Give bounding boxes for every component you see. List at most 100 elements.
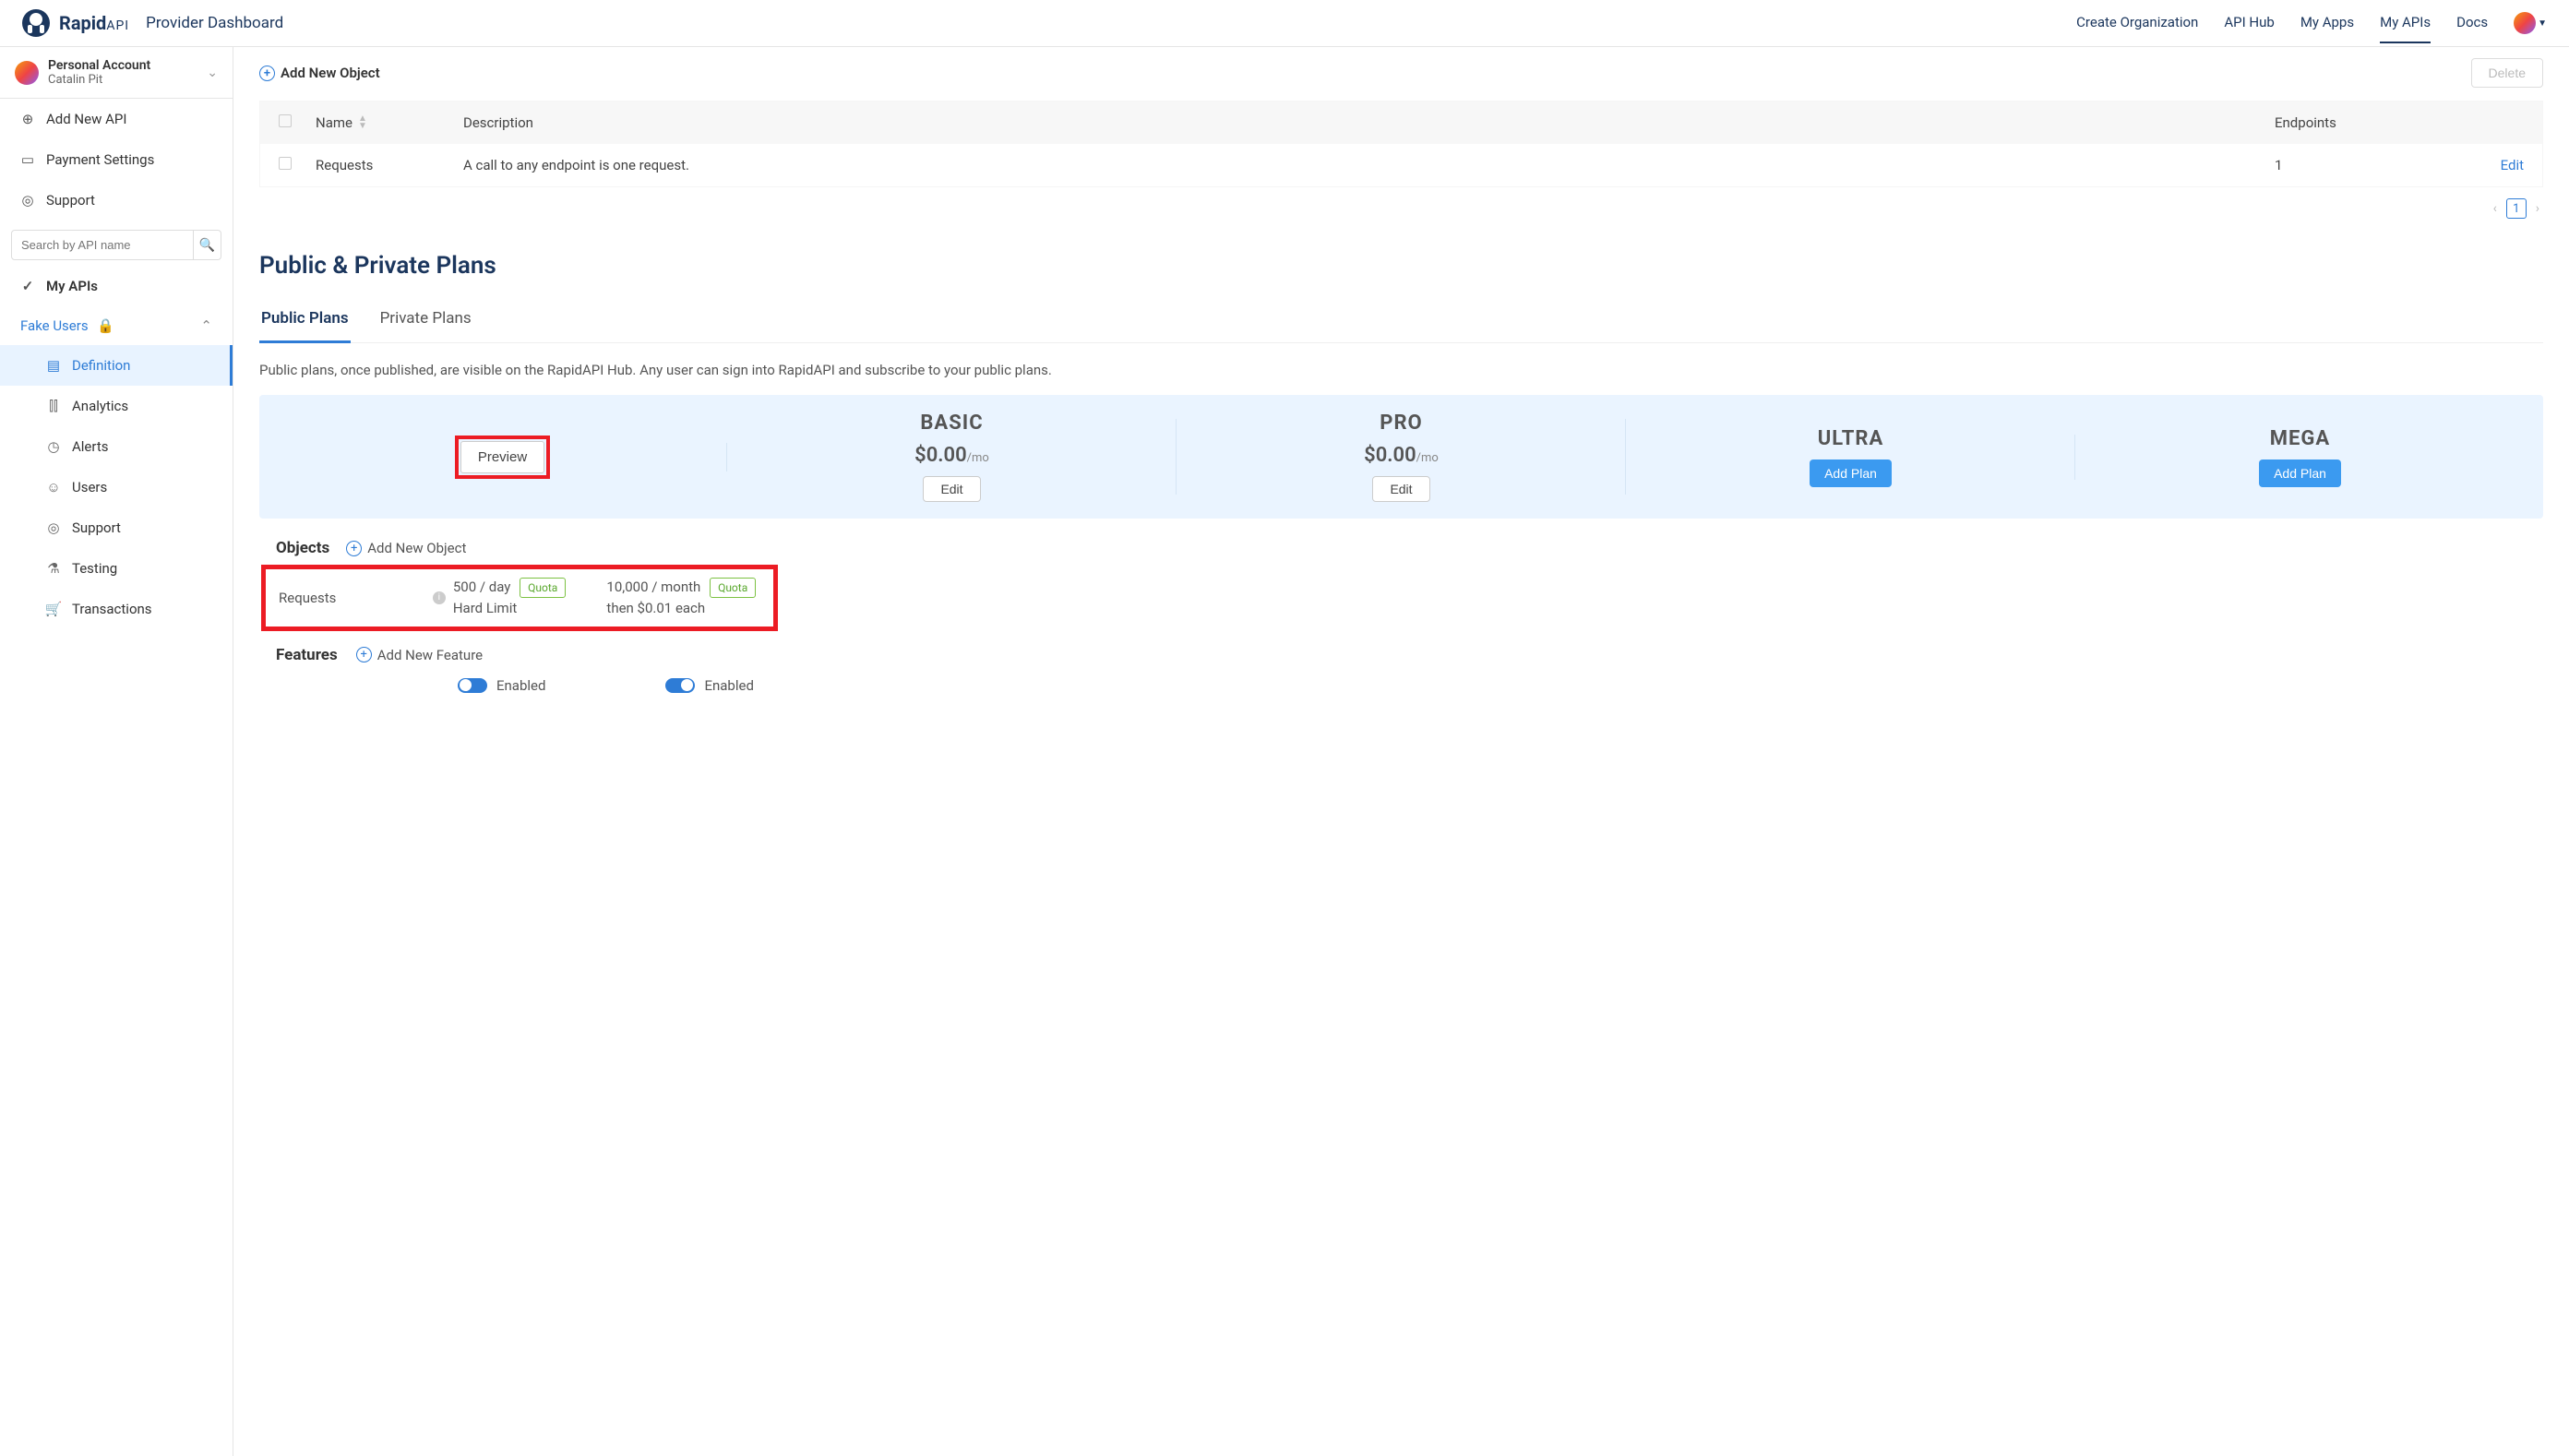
- add-label: Add New Object: [367, 540, 466, 556]
- plan-price: $0.00/mo: [1364, 444, 1439, 467]
- user-avatar[interactable]: ▼: [2514, 12, 2547, 34]
- plans-description: Public plans, once published, are visibl…: [259, 362, 2543, 378]
- account-name: Personal Account: [48, 58, 197, 73]
- highlight-requests-row: Requests i 500 / day Quota Hard Limit 10…: [261, 565, 778, 631]
- account-text: Personal Account Catalin Pit: [48, 58, 197, 87]
- add-new-object-button[interactable]: + Add New Object: [259, 65, 380, 81]
- chevron-down-icon: ⌄: [207, 66, 218, 80]
- account-selector[interactable]: Personal Account Catalin Pit ⌄: [0, 47, 233, 99]
- header-right: Create Organization API Hub My Apps My A…: [2076, 12, 2547, 34]
- sidebar-item-transactions[interactable]: 🛒 Transactions: [0, 589, 233, 629]
- feature-toggles: Enabled Enabled: [458, 677, 2543, 694]
- sidebar-label: Testing: [72, 560, 117, 577]
- price-period: /mo: [1416, 451, 1439, 465]
- info-icon[interactable]: i: [433, 591, 446, 604]
- next-page-icon[interactable]: ›: [2536, 201, 2539, 216]
- sidebar-item-support[interactable]: ◎ Support: [0, 507, 233, 548]
- col-description: Description: [463, 114, 2275, 131]
- sidebar-item-users[interactable]: ☺ Users: [0, 467, 233, 507]
- object-label: Requests i: [279, 590, 453, 606]
- preview-button[interactable]: Preview: [460, 441, 544, 473]
- brand-sub: API: [106, 18, 129, 33]
- plus-circle-icon: +: [356, 647, 372, 662]
- sidebar-label: Definition: [72, 357, 130, 374]
- prev-page-icon[interactable]: ‹: [2493, 201, 2497, 216]
- flask-icon: ⚗: [46, 560, 61, 577]
- delete-button[interactable]: Delete: [2471, 58, 2543, 88]
- document-icon: ▤: [46, 357, 61, 374]
- toggle-label: Enabled: [496, 677, 545, 694]
- add-label: Add New Feature: [377, 647, 483, 663]
- edit-link[interactable]: Edit: [2501, 157, 2524, 173]
- sidebar-item-alerts[interactable]: ◷ Alerts: [0, 426, 233, 467]
- features-title: Features: [276, 646, 338, 664]
- avatar-icon: [2514, 12, 2536, 34]
- price-period: /mo: [967, 451, 989, 465]
- search-input[interactable]: [11, 230, 194, 260]
- sidebar-add-api[interactable]: ⊕ Add New API: [0, 99, 233, 139]
- sidebar-item-analytics[interactable]: ⫿⫿ Analytics: [0, 386, 233, 426]
- nav-my-apps[interactable]: My Apps: [2300, 14, 2354, 32]
- toggle-switch[interactable]: [665, 678, 695, 693]
- page-title: Provider Dashboard: [146, 14, 283, 32]
- add-new-object-link[interactable]: + Add New Object: [346, 540, 466, 556]
- nav-api-hub[interactable]: API Hub: [2224, 14, 2274, 32]
- account-user: Catalin Pit: [48, 73, 197, 87]
- toggle-switch[interactable]: [458, 678, 487, 693]
- tab-public-plans[interactable]: Public Plans: [259, 300, 351, 343]
- add-new-feature-link[interactable]: + Add New Feature: [356, 647, 483, 663]
- sort-icon[interactable]: ▲▼: [358, 115, 367, 130]
- edit-plan-button[interactable]: Edit: [923, 476, 980, 502]
- plan-name: BASIC: [920, 412, 983, 435]
- plan-ultra: ULTRA Add Plan: [1626, 427, 2075, 487]
- nav-my-apis[interactable]: My APIs: [2380, 14, 2431, 43]
- sidebar-payment-settings[interactable]: ▭ Payment Settings: [0, 139, 233, 180]
- add-plan-button[interactable]: Add Plan: [1810, 459, 1892, 487]
- add-label: Add New Object: [281, 65, 380, 81]
- compass-icon: ◎: [46, 519, 61, 536]
- page-number[interactable]: 1: [2506, 198, 2527, 219]
- sidebar-my-apis[interactable]: ✓ My APIs: [0, 266, 233, 306]
- objects-top-bar: + Add New Object Delete: [259, 58, 2543, 88]
- col-endpoints: Endpoints: [2275, 114, 2459, 131]
- cell-endpoints: 1: [2275, 157, 2459, 173]
- sidebar-support[interactable]: ◎ Support: [0, 180, 233, 221]
- tab-private-plans[interactable]: Private Plans: [378, 300, 473, 342]
- compass-icon: ◎: [20, 192, 35, 209]
- object-name: Requests: [279, 590, 336, 606]
- brand-text: RapidAPI: [59, 12, 129, 34]
- object-quota-basic: 500 / day Quota Hard Limit: [453, 577, 607, 619]
- feature-toggle-basic: Enabled: [458, 677, 545, 694]
- plan-basic: BASIC $0.00/mo Edit: [727, 412, 1177, 502]
- sidebar-label: Transactions: [72, 601, 152, 617]
- add-plan-button[interactable]: Add Plan: [2259, 459, 2341, 487]
- plan-price: $0.00/mo: [914, 444, 989, 467]
- clock-icon: ◷: [46, 438, 61, 455]
- nav-create-organization[interactable]: Create Organization: [2076, 14, 2198, 32]
- search-button[interactable]: 🔍: [194, 230, 221, 260]
- main-content: + Add New Object Delete Name ▲▼ Descript…: [233, 47, 2569, 1456]
- rapidapi-logo-icon: [22, 9, 50, 37]
- highlight-preview: Preview: [455, 436, 550, 479]
- sidebar-label: My APIs: [46, 278, 98, 294]
- row-checkbox[interactable]: [279, 157, 292, 170]
- table-header: Name ▲▼ Description Endpoints: [260, 101, 2542, 144]
- search-row: 🔍: [11, 230, 221, 260]
- edit-plan-button[interactable]: Edit: [1372, 476, 1429, 502]
- lock-icon: 🔒: [97, 317, 114, 334]
- sidebar-item-testing[interactable]: ⚗ Testing: [0, 548, 233, 589]
- header-left: RapidAPI Provider Dashboard: [22, 9, 283, 37]
- plan-preview-col: Preview: [278, 436, 727, 479]
- nav-docs[interactable]: Docs: [2456, 14, 2488, 32]
- quota-line2: then $0.01 each: [606, 598, 760, 619]
- chevron-up-icon: ⌃: [200, 317, 212, 334]
- quota-line2: Hard Limit: [453, 598, 607, 619]
- brand-main: Rapid: [59, 12, 106, 34]
- sidebar-api-fake-users[interactable]: Fake Users 🔒 ⌃: [0, 306, 233, 345]
- objects-header: Objects + Add New Object: [276, 539, 2543, 557]
- sidebar-item-definition[interactable]: ▤ Definition: [0, 345, 233, 386]
- feature-toggle-pro: Enabled: [665, 677, 753, 694]
- search-icon: 🔍: [199, 238, 215, 253]
- select-all-checkbox[interactable]: [279, 114, 292, 127]
- avatar-icon: [15, 61, 39, 85]
